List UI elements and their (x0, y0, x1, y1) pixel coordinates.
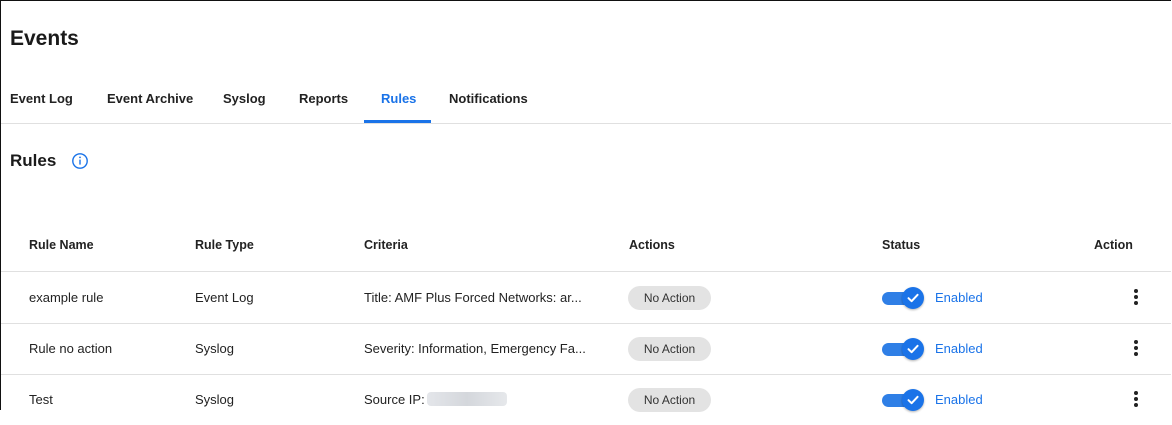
rule-criteria: Source IP: (364, 392, 507, 407)
rule-criteria: Title: AMF Plus Forced Networks: ar... (364, 290, 582, 305)
toggle-thumb (902, 338, 924, 360)
check-icon (907, 293, 919, 303)
status-toggle[interactable] (882, 388, 924, 412)
actions-chip[interactable]: No Action (628, 388, 711, 412)
rule-name: example rule (29, 290, 104, 305)
section-title: Rules (10, 151, 57, 170)
rule-name: Rule no action (29, 341, 113, 356)
active-tab-indicator (364, 120, 431, 123)
column-header-status[interactable]: Status (882, 238, 920, 252)
column-header-criteria[interactable]: Criteria (364, 238, 408, 252)
more-vert-icon[interactable] (1128, 337, 1144, 359)
info-circle-icon[interactable] (71, 152, 89, 170)
rule-type: Event Log (195, 290, 254, 305)
status-label: Enabled (935, 290, 983, 305)
check-icon (907, 344, 919, 354)
tab-syslog[interactable]: Syslog (223, 91, 266, 106)
column-header-rule-type[interactable]: Rule Type (195, 238, 254, 252)
redacted-ip-blur (426, 392, 507, 406)
rule-criteria: Severity: Information, Emergency Fa... (364, 341, 586, 356)
column-header-rule-name[interactable]: Rule Name (29, 238, 94, 252)
criteria-text: Source IP: (364, 392, 425, 407)
column-header-actions[interactable]: Actions (629, 238, 675, 252)
status-label: Enabled (935, 392, 983, 407)
check-icon (907, 395, 919, 405)
rule-type: Syslog (195, 341, 235, 356)
actions-chip[interactable]: No Action (628, 286, 711, 310)
actions-chip[interactable]: No Action (628, 337, 711, 361)
toggle-thumb (902, 389, 924, 411)
table-header: Rule Name Rule Type Criteria Actions Sta… (1, 223, 1171, 272)
tab-reports[interactable]: Reports (299, 91, 348, 106)
table-row[interactable]: example rule Event Log Title: AMF Plus F… (1, 272, 1171, 324)
more-vert-icon[interactable] (1128, 388, 1144, 410)
status-toggle[interactable] (882, 286, 924, 310)
table-row[interactable]: Rule no action Syslog Severity: Informat… (1, 323, 1171, 375)
tab-event-log[interactable]: Event Log (10, 91, 73, 106)
status-toggle[interactable] (882, 337, 924, 361)
rule-type: Syslog (195, 392, 235, 407)
more-vert-icon[interactable] (1128, 286, 1144, 308)
rule-name: Test (29, 392, 53, 407)
tab-event-archive[interactable]: Event Archive (107, 91, 193, 106)
toggle-thumb (902, 287, 924, 309)
column-header-action: Action (1094, 238, 1133, 252)
tab-notifications[interactable]: Notifications (449, 91, 528, 106)
tab-bar: Event Log Event Archive Syslog Reports R… (1, 79, 1171, 124)
status-label: Enabled (935, 341, 983, 356)
events-panel: Events Event Log Event Archive Syslog Re… (0, 0, 1171, 412)
tab-rules[interactable]: Rules (381, 91, 416, 106)
table-row[interactable]: Test Syslog Source IP: No Action Enabled (1, 374, 1171, 425)
page-title: Events (10, 27, 79, 50)
